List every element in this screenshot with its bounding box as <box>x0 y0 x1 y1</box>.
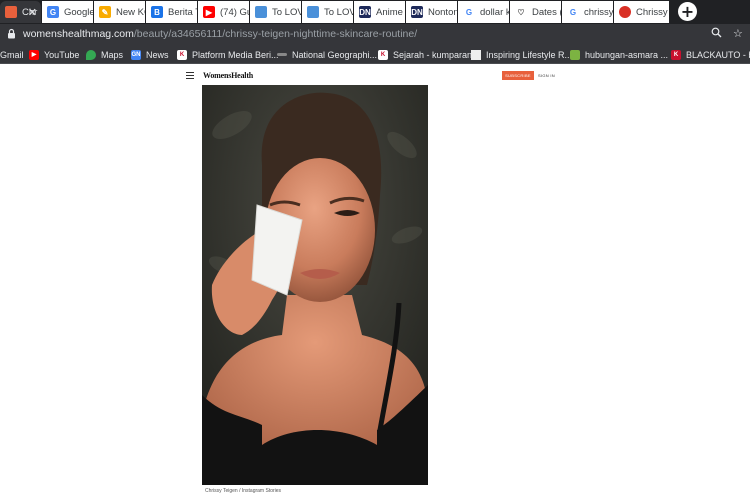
url-text[interactable]: womenshealthmag.com/beauty/a34656111/chr… <box>23 28 417 40</box>
tab-title: Google <box>64 6 94 18</box>
tab[interactable]: ♡ Dates ( <box>510 1 562 23</box>
google-translate-icon: G <box>47 6 59 18</box>
bookmark-label: Inspiring Lifestyle R... <box>486 49 573 60</box>
close-tab-icon[interactable]: ✕ <box>28 6 37 19</box>
bookmark-hubungan-asmara[interactable]: hubungan-asmara ... <box>570 48 668 61</box>
tab[interactable]: G dollar k <box>458 1 510 23</box>
tab-title: To LOV <box>272 6 302 18</box>
bookmark-inspiring-lifestyle[interactable]: Inspiring Lifestyle R... <box>471 48 572 61</box>
new-tab-button[interactable]: + <box>678 2 697 21</box>
berita-icon: B <box>151 6 163 18</box>
tab-title: Chrissy <box>636 6 668 18</box>
bookmark-kumparan[interactable]: K Sejarah - kumparan <box>378 48 472 61</box>
tab-title: (74) Gu <box>220 6 250 18</box>
address-bar: womenshealthmag.com/beauty/a34656111/chr… <box>0 24 750 44</box>
tab[interactable]: DN Nonton <box>406 1 458 23</box>
tab[interactable]: ✎ New KC <box>94 1 146 23</box>
bookmark-youtube[interactable]: ▶ YouTube <box>29 48 79 61</box>
bookmark-platform-media[interactable]: K Platform Media Beri... <box>177 48 279 61</box>
womenshealth-icon <box>5 6 17 18</box>
tab-strip: Chr ✕ G Google ✎ New KC B Berita T ▶ (74… <box>0 0 750 24</box>
bookmark-star-icon[interactable]: ☆ <box>733 27 743 40</box>
bookmark-maps[interactable]: Maps <box>86 48 123 61</box>
maps-icon <box>86 49 96 60</box>
doc-icon <box>255 6 267 18</box>
natgeo-icon <box>277 53 287 56</box>
platform-icon: K <box>177 49 187 60</box>
bookmark-label: YouTube <box>44 49 80 60</box>
bookmark-label: hubungan-asmara ... <box>585 49 669 60</box>
red-icon <box>619 6 631 18</box>
tab[interactable]: Chrissy <box>614 1 670 23</box>
bookmark-natgeo[interactable]: National Geographi... <box>277 48 377 61</box>
tab-title: dollar k <box>480 6 510 18</box>
photo-caption: Chrissy Teigen / Instagram Stories <box>205 488 282 494</box>
dn-icon: DN <box>411 6 423 18</box>
zoom-icon[interactable] <box>711 27 722 38</box>
tab[interactable]: G Google <box>42 1 94 23</box>
subscribe-button[interactable]: SUBSCRIBE <box>502 71 534 80</box>
kumparan-icon: K <box>378 49 388 60</box>
tab[interactable]: DN Anime <box>354 1 406 23</box>
tab-title: Anime <box>376 6 403 18</box>
tab-title: Nonton <box>428 6 458 18</box>
bookmark-blackauto[interactable]: K BLACKAUTO - blac <box>671 48 750 61</box>
bookmark-label: Gmail <box>0 49 24 60</box>
tab[interactable]: ▶ (74) Gu <box>198 1 250 23</box>
menu-icon[interactable] <box>186 72 194 79</box>
bookmarks-bar: Gmail ▶ YouTube Maps GN News K Platform … <box>0 44 750 64</box>
tab[interactable]: B Berita T <box>146 1 198 23</box>
url-host: womenshealthmag.com <box>23 28 134 40</box>
tab-title: To LOV <box>324 6 354 18</box>
tab[interactable]: G chrissy <box>562 1 614 23</box>
lock-icon[interactable] <box>7 28 16 39</box>
news-icon: GN <box>131 49 141 60</box>
tab[interactable]: To LOV <box>302 1 354 23</box>
bookmark-label: BLACKAUTO - blac <box>686 49 750 60</box>
tab[interactable]: To LOV <box>250 1 302 23</box>
bookmark-gmail[interactable]: Gmail <box>0 48 24 61</box>
youtube-icon: ▶ <box>29 49 39 60</box>
bookmark-label: Sejarah - kumparan <box>393 49 473 60</box>
bookmark-label: News <box>146 49 169 60</box>
tab-title: Dates ( <box>532 6 562 18</box>
sign-in-link[interactable]: SIGN IN <box>538 73 555 78</box>
bookmark-label: National Geographi... <box>292 49 378 60</box>
bookmark-label: Maps <box>101 49 124 60</box>
article-photo <box>202 85 428 485</box>
google-icon: G <box>463 6 475 18</box>
tab-title: chrissy <box>584 6 614 18</box>
heart-icon: ♡ <box>515 6 527 18</box>
google-icon: G <box>567 6 579 18</box>
lifestyle-icon <box>471 49 481 60</box>
blackauto-icon: K <box>671 49 681 60</box>
doc-icon <box>307 6 319 18</box>
youtube-icon: ▶ <box>203 6 215 18</box>
web-page: WomensHealth SUBSCRIBE SIGN IN Chrissy T… <box>0 65 750 500</box>
hubungan-icon <box>570 49 580 60</box>
site-logo[interactable]: WomensHealth <box>203 71 253 80</box>
url-path: /beauty/a34656111/chrissy-teigen-nightti… <box>133 28 418 40</box>
pencil-icon: ✎ <box>99 6 111 18</box>
tab-active[interactable]: Chr ✕ <box>0 1 42 23</box>
omnibox[interactable]: womenshealthmag.com/beauty/a34656111/chr… <box>0 24 750 44</box>
tab-title: Berita T <box>168 6 198 18</box>
bookmark-news[interactable]: GN News <box>131 48 169 61</box>
bookmark-label: Platform Media Beri... <box>192 49 279 60</box>
tab-title: New KC <box>116 6 145 18</box>
dn-icon: DN <box>359 6 371 18</box>
